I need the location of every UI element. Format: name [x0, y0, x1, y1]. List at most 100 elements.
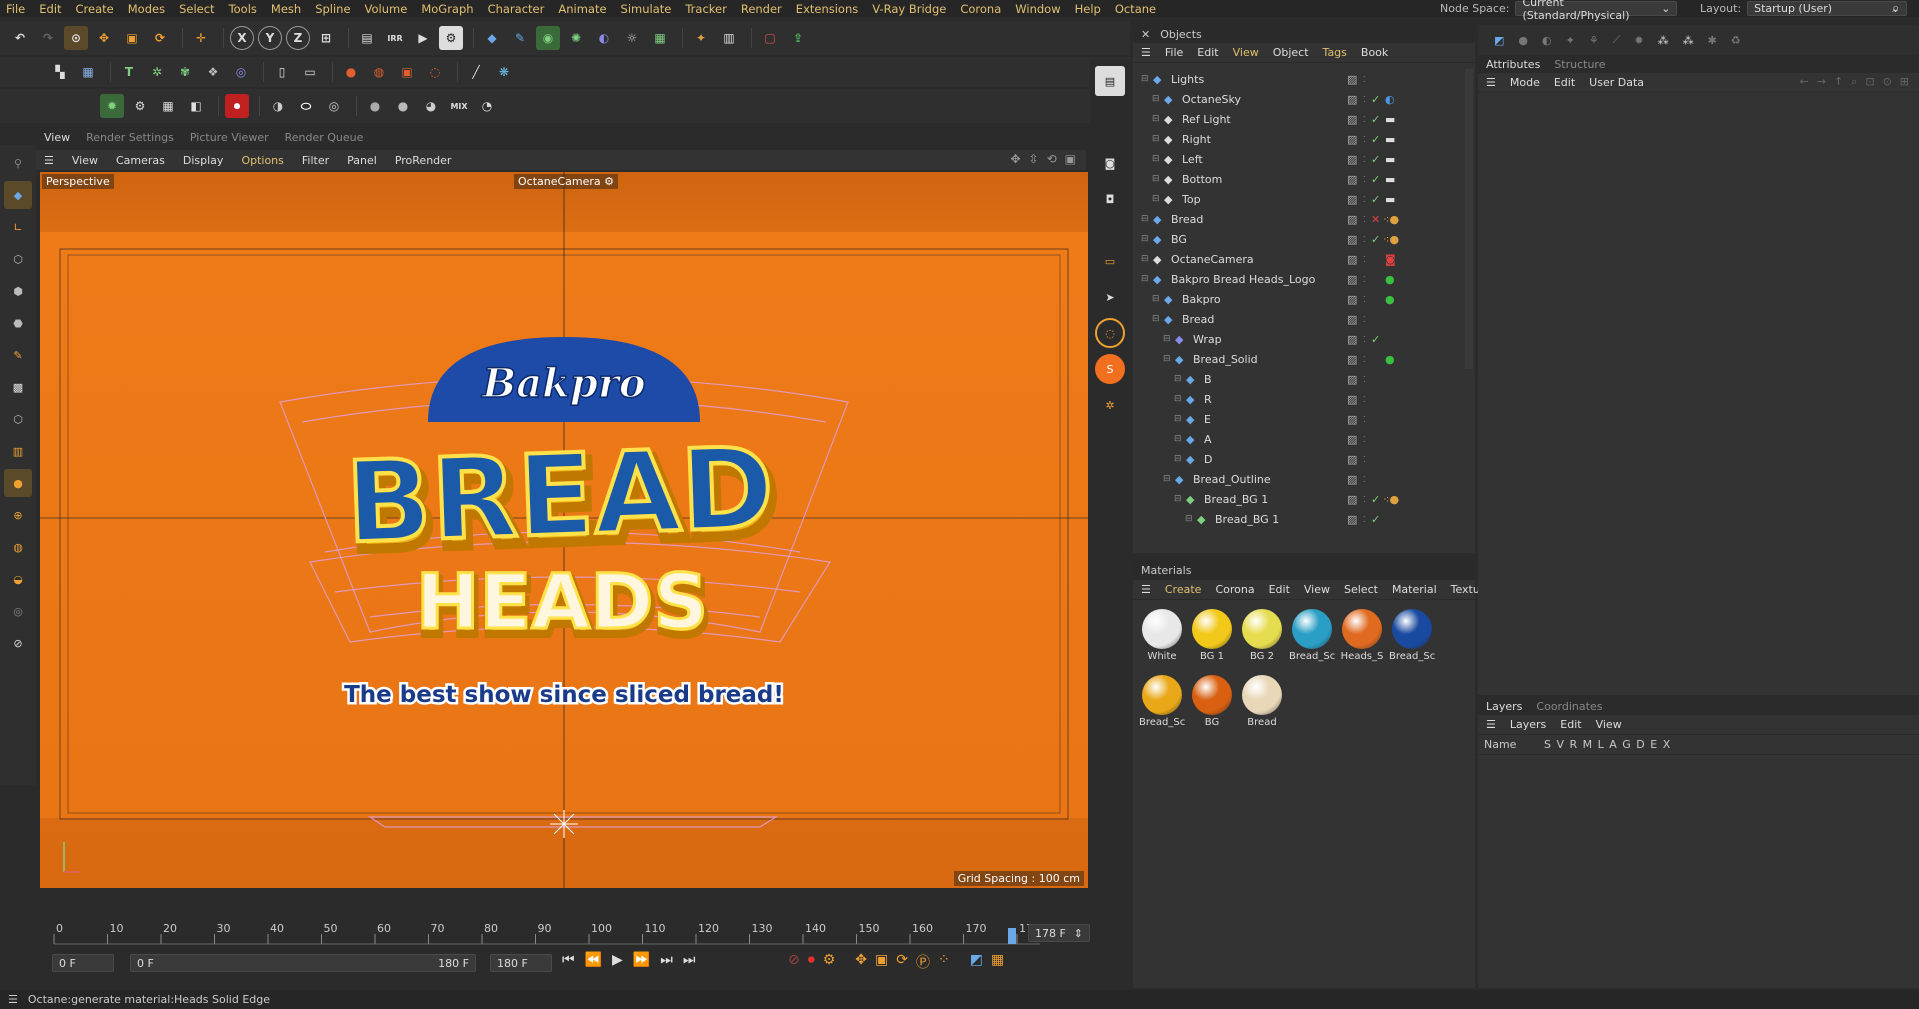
- object-row[interactable]: ⊟ ◆ A ▨ ⁚: [1133, 429, 1463, 449]
- edit-check-icon[interactable]: ▨: [1347, 293, 1357, 306]
- visibility-dots-icon[interactable]: ⁚: [1363, 115, 1366, 124]
- green-tag-icon[interactable]: ●: [1385, 353, 1395, 366]
- tab-render-settings[interactable]: Render Settings: [86, 131, 174, 144]
- zoom-view-icon[interactable]: ⇳: [1029, 152, 1039, 166]
- mesh-icon[interactable]: ✾: [173, 60, 197, 84]
- camera-tag-icon[interactable]: ◙: [1385, 253, 1396, 266]
- expand-icon[interactable]: ⊟: [1174, 374, 1186, 384]
- object-row[interactable]: ⊟ ◆ Bottom ▨ ⁚ ✓ ▬: [1133, 169, 1463, 189]
- expand-icon[interactable]: ⊟: [1152, 194, 1164, 204]
- menu-spline[interactable]: Spline: [315, 2, 350, 16]
- tab-layers[interactable]: Layers: [1486, 700, 1522, 713]
- grid-icon[interactable]: ▦: [156, 94, 180, 118]
- y-axis-icon[interactable]: Y: [258, 26, 282, 50]
- edit-check-icon[interactable]: ▨: [1347, 393, 1357, 406]
- visibility-dots-icon[interactable]: ⁚: [1363, 415, 1366, 424]
- settings-icon[interactable]: ⊙: [1883, 75, 1892, 89]
- expand-icon[interactable]: ⊟: [1141, 254, 1153, 264]
- half-sphere-icon[interactable]: ◑: [266, 94, 290, 118]
- object-row[interactable]: ⊟ ◆ Bread_BG 1 ▨ ⁚ ✓ ⁖●: [1133, 489, 1463, 509]
- octane-settings-icon[interactable]: ▥: [717, 26, 741, 50]
- expand-icon[interactable]: ⊟: [1152, 294, 1164, 304]
- text-icon[interactable]: T: [117, 60, 141, 84]
- search-icon[interactable]: ⌕: [1892, 0, 1899, 17]
- max-frame-field[interactable]: 180 F: [490, 954, 552, 972]
- frame-range-slider[interactable]: 0 F 180 F: [130, 954, 476, 972]
- weight-icon[interactable]: ✹: [1634, 34, 1643, 47]
- menu-v-ray-bridge[interactable]: V-Ray Bridge: [872, 2, 946, 16]
- undo-icon[interactable]: ↶: [8, 26, 32, 50]
- visibility-dots-icon[interactable]: ⁚: [1363, 335, 1366, 344]
- materials-menu-select[interactable]: Select: [1344, 583, 1378, 596]
- green-tag-icon[interactable]: ●: [1385, 293, 1395, 306]
- end-frame-field[interactable]: 178 F ⇕: [1028, 924, 1090, 942]
- object-row[interactable]: ⊟ ◆ E ▨ ⁚: [1133, 409, 1463, 429]
- table-icon[interactable]: ▦: [76, 60, 100, 84]
- hamburger-icon[interactable]: ☰: [1486, 718, 1496, 731]
- light-tag-icon[interactable]: ▬: [1385, 193, 1395, 206]
- visibility-dots-icon[interactable]: ⁚: [1363, 235, 1366, 244]
- forward-arrow-icon[interactable]: →: [1817, 75, 1826, 89]
- tab-structure[interactable]: Structure: [1554, 58, 1605, 71]
- objects-menu-view[interactable]: View: [1233, 46, 1259, 59]
- attributes-menu-user-data[interactable]: User Data: [1589, 76, 1644, 89]
- edit-check-icon[interactable]: ▨: [1347, 513, 1357, 526]
- maximize-view-icon[interactable]: ▣: [1065, 152, 1076, 166]
- visibility-dots-icon[interactable]: ⁚: [1363, 75, 1366, 84]
- objects-menu-book[interactable]: Book: [1361, 46, 1388, 59]
- hamburger-icon[interactable]: ☰: [1141, 46, 1151, 59]
- light-tag-icon[interactable]: ▬: [1385, 113, 1395, 126]
- settings-gear-icon[interactable]: ⚙: [128, 94, 152, 118]
- visibility-dots-icon[interactable]: ⁚: [1363, 515, 1366, 524]
- materials-menu-textu[interactable]: Textu: [1451, 583, 1480, 596]
- edit-check-icon[interactable]: ▨: [1347, 73, 1357, 86]
- object-row[interactable]: ⊟ ◆ Ref Light ▨ ⁚ ✓ ▬: [1133, 109, 1463, 129]
- objects-menu-object[interactable]: Object: [1273, 46, 1309, 59]
- cursor-icon[interactable]: ➤: [1095, 282, 1125, 312]
- cross-icon[interactable]: ✕: [1371, 213, 1380, 226]
- expand-icon[interactable]: ⊟: [1163, 334, 1175, 344]
- export-icon[interactable]: ⇪: [786, 26, 810, 50]
- layers-menu-edit[interactable]: Edit: [1560, 718, 1581, 731]
- close-icon[interactable]: ✕: [1141, 28, 1150, 41]
- menu-tools[interactable]: Tools: [229, 2, 257, 16]
- ring-icon[interactable]: ◎: [322, 94, 346, 118]
- globe-icon[interactable]: ◎: [4, 597, 32, 625]
- edit-check-icon[interactable]: ▨: [1347, 113, 1357, 126]
- expand-icon[interactable]: ⊟: [1152, 114, 1164, 124]
- visibility-dots-icon[interactable]: ⁚: [1363, 255, 1366, 264]
- expand-icon[interactable]: ⊟: [1152, 94, 1164, 104]
- viewport-menu-display[interactable]: Display: [183, 154, 224, 167]
- visibility-dots-icon[interactable]: ⁚: [1363, 375, 1366, 384]
- menu-volume[interactable]: Volume: [365, 2, 408, 16]
- octane-camera-icon[interactable]: ◙: [1095, 148, 1125, 178]
- node-space-dropdown[interactable]: Current (Standard/Physical) ⌄: [1515, 0, 1678, 22]
- visibility-dots-icon[interactable]: ⁚: [1363, 475, 1366, 484]
- recycle-icon[interactable]: ♻: [1731, 34, 1741, 47]
- group-icon[interactable]: ❖: [201, 60, 225, 84]
- diffuse-sphere-icon[interactable]: ●: [363, 94, 387, 118]
- bone-icon[interactable]: ⟋: [1613, 33, 1621, 47]
- visibility-dots-icon[interactable]: ⁚: [1363, 155, 1366, 164]
- edit-check-icon[interactable]: ▨: [1347, 173, 1357, 186]
- rotate-icon[interactable]: ⟳: [148, 26, 172, 50]
- menu-help[interactable]: Help: [1075, 2, 1101, 16]
- viewport-menu-view[interactable]: View: [72, 154, 98, 167]
- visibility-dots-icon[interactable]: ⁚: [1363, 495, 1366, 504]
- materials-menu-material[interactable]: Material: [1392, 583, 1437, 596]
- light-icon[interactable]: ☼: [620, 26, 644, 50]
- points-mode-icon[interactable]: ⬡: [4, 245, 32, 273]
- live-viewer-icon[interactable]: ✦: [689, 26, 713, 50]
- hamburger-icon[interactable]: ☰: [1141, 583, 1151, 596]
- attributes-menu-edit[interactable]: Edit: [1554, 76, 1575, 89]
- material-swatch[interactable]: Heads_S: [1339, 606, 1385, 670]
- edit-check-icon[interactable]: ▨: [1347, 413, 1357, 426]
- expand-icon[interactable]: ⊟: [1141, 74, 1153, 84]
- material-tag-icon[interactable]: ⁖●: [1383, 233, 1399, 246]
- checker-sphere-icon[interactable]: ◕: [419, 94, 443, 118]
- menu-character[interactable]: Character: [488, 2, 545, 16]
- edit-check-icon[interactable]: ▨: [1347, 313, 1357, 326]
- rect-select-icon[interactable]: ▭: [1095, 246, 1125, 276]
- object-row[interactable]: ⊟ ◆ Bread ▨ ⁚ ✕ ⁖●: [1133, 209, 1463, 229]
- character-icon[interactable]: ✦: [1566, 34, 1575, 47]
